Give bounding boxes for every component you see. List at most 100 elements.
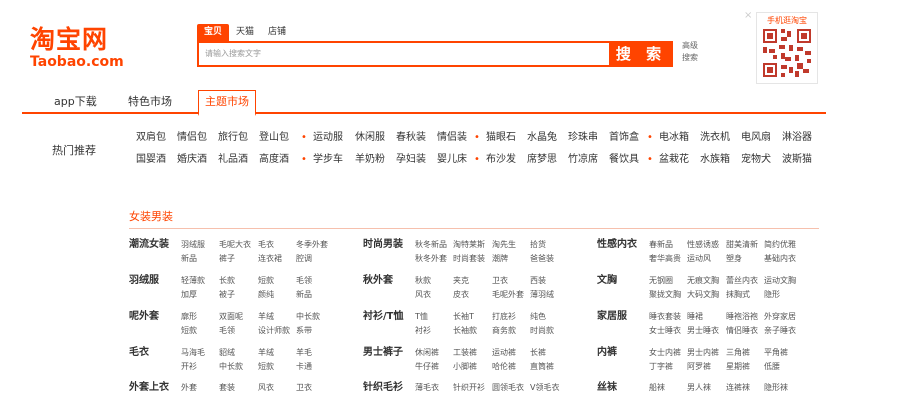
taobao-logo[interactable]: 淘宝网 Taobao.com [30, 26, 124, 71]
search-tab-item[interactable]: 宝贝 [197, 24, 230, 41]
category-link[interactable]: 纯色 [530, 311, 546, 323]
hot-link[interactable]: 国婴酒 [136, 153, 166, 167]
category-link[interactable]: 情侣睡衣 [726, 325, 758, 337]
hot-link[interactable]: 洗衣机 [700, 131, 730, 145]
category-link[interactable]: 低腰 [764, 361, 780, 373]
category-link[interactable]: 牛仔裤 [415, 361, 439, 373]
category-link[interactable]: 蕾丝内衣 [726, 275, 758, 287]
hot-link[interactable]: 春秋装 [396, 131, 426, 145]
category-link[interactable]: 毛呢外套 [492, 289, 524, 301]
category-link[interactable]: 毛呢大衣 [219, 239, 251, 251]
hot-link[interactable]: 孕妇装 [396, 153, 426, 167]
hot-link[interactable]: 情侣装 [437, 131, 467, 145]
category-link[interactable]: 抹胸式 [726, 289, 750, 301]
category-link[interactable]: 阿罗裤 [687, 361, 711, 373]
category-link[interactable]: 连裤袜 [726, 382, 750, 394]
category-link[interactable]: 颜纯 [258, 289, 274, 301]
hot-link[interactable]: 席梦思 [527, 153, 557, 167]
category-link[interactable]: 女士内裤 [649, 347, 681, 359]
category-link[interactable]: 哈伦裤 [492, 361, 516, 373]
category-link[interactable]: 睡衣套装 [649, 311, 681, 323]
category-link[interactable]: 时尚套装 [453, 253, 485, 265]
category-link[interactable]: 简约优雅 [764, 239, 796, 251]
hot-link[interactable]: 高度酒 [259, 153, 289, 167]
hot-link[interactable]: 登山包 [259, 131, 289, 145]
category-link[interactable]: 男人袜 [687, 382, 711, 394]
category-link[interactable]: 拾货 [530, 239, 546, 251]
category-name[interactable]: 丝袜 [597, 381, 617, 395]
category-link[interactable]: 风衣 [258, 382, 274, 394]
category-link[interactable]: 睡裙 [687, 311, 703, 323]
category-link[interactable]: 运动文胸 [764, 275, 796, 287]
search-input[interactable]: 请输入搜索文字 [197, 41, 609, 67]
category-link[interactable]: 轻薄款 [181, 275, 205, 287]
category-link[interactable]: 运动风 [687, 253, 711, 265]
category-link[interactable]: 星期裤 [726, 361, 750, 373]
category-link[interactable]: 无痕文胸 [687, 275, 719, 287]
qr-close-icon[interactable]: × [744, 11, 752, 21]
hot-link[interactable]: 学步车 [313, 153, 343, 167]
search-tab-shop[interactable]: 店铺 [261, 24, 293, 41]
hot-link[interactable]: 水晶兔 [527, 131, 557, 145]
category-link[interactable]: 系带 [296, 325, 312, 337]
category-link[interactable]: 秋冬新品 [415, 239, 447, 251]
category-name[interactable]: 毛衣 [129, 346, 149, 360]
category-link[interactable]: 裤子 [219, 253, 235, 265]
category-link[interactable]: 长袖T [453, 311, 474, 323]
hot-link[interactable]: 婴儿床 [437, 153, 467, 167]
hot-link[interactable]: 双肩包 [136, 131, 166, 145]
category-link[interactable]: 秋冬外套 [415, 253, 447, 265]
category-link[interactable]: 外穿家居 [764, 311, 796, 323]
hot-link[interactable]: 首饰盒 [609, 131, 639, 145]
hot-link[interactable]: 电冰箱 [659, 131, 689, 145]
hot-link[interactable]: 淋浴器 [782, 131, 812, 145]
category-link[interactable]: 羊毛 [296, 347, 312, 359]
hot-link[interactable]: 婚庆酒 [177, 153, 207, 167]
category-link[interactable]: 女士睡衣 [649, 325, 681, 337]
category-link[interactable]: 冬季外套 [296, 239, 328, 251]
category-link[interactable]: 春新品 [649, 239, 673, 251]
hot-link[interactable]: 礼品酒 [218, 153, 248, 167]
category-name[interactable]: 性感内衣 [597, 238, 637, 252]
category-link[interactable]: 双面呢 [219, 311, 243, 323]
category-name[interactable]: 针织毛衫 [363, 381, 403, 395]
category-link[interactable]: 针织开衫 [453, 382, 485, 394]
category-link[interactable]: 短款 [258, 275, 274, 287]
category-link[interactable]: 设计师款 [258, 325, 290, 337]
category-name[interactable]: 外套上衣 [129, 381, 169, 395]
category-link[interactable]: 淘先生 [492, 239, 516, 251]
category-link[interactable]: 被子 [219, 289, 235, 301]
category-link[interactable]: 卡通 [296, 361, 312, 373]
search-button[interactable]: 搜 索 [609, 41, 673, 67]
category-link[interactable]: 时尚款 [530, 325, 554, 337]
category-name[interactable]: 秋外套 [363, 274, 393, 288]
hot-link[interactable]: 餐饮具 [609, 153, 639, 167]
category-name[interactable]: 时尚男装 [363, 238, 403, 252]
category-link[interactable]: 新品 [296, 289, 312, 301]
category-link[interactable]: 船袜 [649, 382, 665, 394]
category-link[interactable]: 长裤 [530, 347, 546, 359]
hot-link[interactable]: 休闲服 [355, 131, 385, 145]
category-link[interactable]: 基础内衣 [764, 253, 796, 265]
category-link[interactable]: 打底衫 [492, 311, 516, 323]
category-link[interactable]: 夹克 [453, 275, 469, 287]
category-link[interactable]: 西装 [530, 275, 546, 287]
category-name[interactable]: 家居服 [597, 310, 627, 324]
nav-theme-market[interactable]: 主题市场 [198, 90, 256, 116]
category-link[interactable]: 马海毛 [181, 347, 205, 359]
category-link[interactable]: 连衣裙 [258, 253, 282, 265]
category-link[interactable]: 三角裤 [726, 347, 750, 359]
section-title[interactable]: 女装男装 [129, 208, 173, 224]
category-link[interactable]: 秋款 [415, 275, 431, 287]
category-link[interactable]: 睡袍浴袍 [726, 311, 758, 323]
category-name[interactable]: 羽绒服 [129, 274, 159, 288]
category-name[interactable]: 潮流女装 [129, 238, 169, 252]
category-link[interactable]: 短款 [258, 361, 274, 373]
category-link[interactable]: 男士内裤 [687, 347, 719, 359]
category-link[interactable]: 廓形 [181, 311, 197, 323]
category-link[interactable]: 平角裤 [764, 347, 788, 359]
category-link[interactable]: 奢华高贵 [649, 253, 681, 265]
hot-link[interactable]: 波斯猫 [782, 153, 812, 167]
category-name[interactable]: 内裤 [597, 346, 617, 360]
category-link[interactable]: 性感诱惑 [687, 239, 719, 251]
